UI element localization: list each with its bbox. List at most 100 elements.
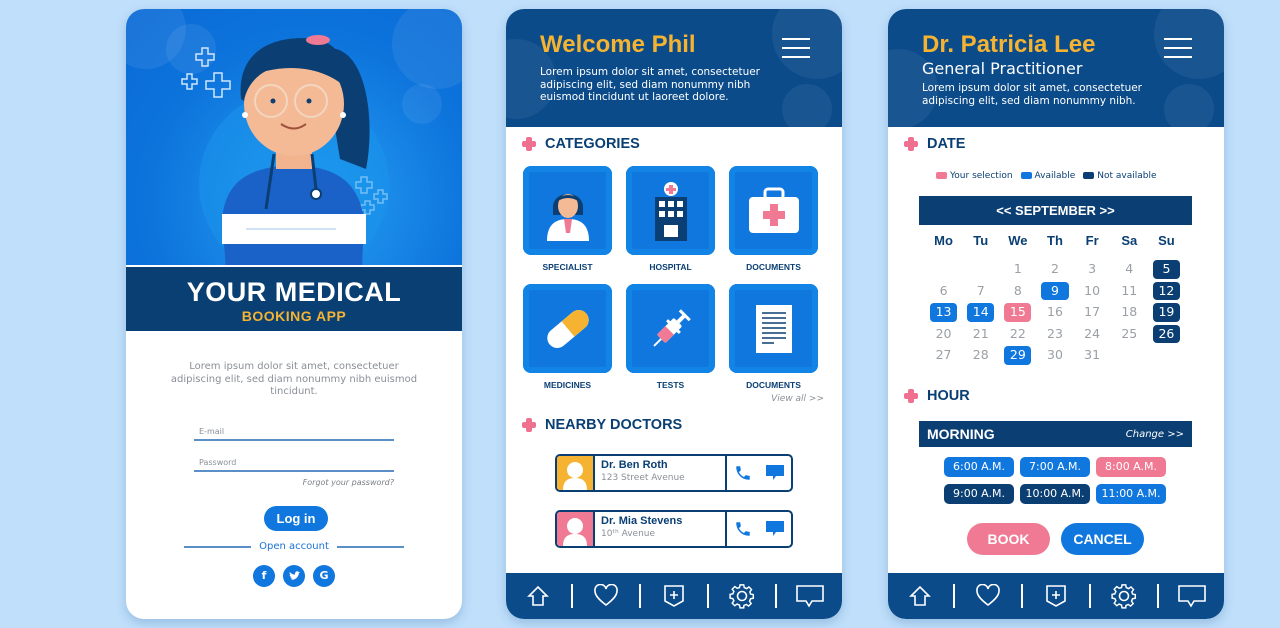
settings-icon[interactable] — [727, 581, 757, 611]
hour-slot[interactable]: 8:00 A.M. — [1096, 457, 1166, 477]
home-icon[interactable] — [905, 581, 935, 611]
calendar-day[interactable]: 9 — [1041, 281, 1069, 300]
phone-icon[interactable] — [734, 520, 752, 538]
calendar-day[interactable]: 2 — [1041, 260, 1068, 279]
hour-slot[interactable]: 9:00 A.M. — [944, 484, 1014, 504]
divider — [775, 584, 777, 608]
message-icon[interactable] — [765, 464, 785, 482]
open-account-row: Open account — [184, 541, 405, 552]
hour-slot[interactable]: 7:00 A.M. — [1020, 457, 1090, 477]
login-description: Lorem ipsum dolor sit amet, consectetuer… — [170, 361, 418, 397]
home-screen: Welcome Phil Lorem ipsum dolor sit amet,… — [506, 9, 842, 619]
twitter-icon[interactable] — [283, 565, 305, 587]
calendar-day[interactable]: 31 — [1079, 346, 1106, 365]
calendar-day[interactable]: 29 — [1004, 346, 1032, 365]
menu-icon[interactable] — [1164, 38, 1192, 58]
category-specialist[interactable]: SPECIALIST — [523, 166, 612, 284]
divider — [1089, 584, 1091, 608]
calendar-day[interactable]: 27 — [930, 346, 957, 365]
calendar-day[interactable]: 13 — [930, 303, 958, 322]
doctor-card[interactable]: Dr. Mia Stevens 10ᵗʰ Avenue — [555, 510, 793, 548]
category-label: SPECIALIST — [542, 262, 593, 272]
book-button[interactable]: BOOK — [967, 523, 1050, 555]
open-account-link[interactable]: Open account — [259, 541, 329, 552]
calendar-day[interactable]: 8 — [1004, 282, 1031, 301]
doctor-name: Dr. Mia Stevens — [601, 515, 683, 527]
cancel-button[interactable]: CANCEL — [1061, 523, 1144, 555]
change-period-link[interactable]: Change >> — [1126, 429, 1184, 440]
calendar-day[interactable]: 5 — [1152, 260, 1180, 279]
calendar-day[interactable]: 17 — [1079, 303, 1106, 322]
calendar-day[interactable]: 25 — [1116, 325, 1143, 344]
calendar-day[interactable]: 3 — [1079, 260, 1106, 279]
category-documents[interactable]: DOCUMENTS — [729, 166, 818, 284]
doctor-illustration — [181, 35, 389, 265]
calendar-day[interactable]: 20 — [930, 325, 957, 344]
month-selector[interactable]: << SEPTEMBER >> — [919, 196, 1192, 225]
doctor-name: Dr. Ben Roth — [601, 459, 668, 471]
calendar-day[interactable]: 7 — [967, 282, 994, 301]
password-field[interactable]: Password — [194, 458, 394, 472]
facebook-icon[interactable]: f — [253, 565, 275, 587]
brand-title: YOUR MEDICAL — [186, 277, 402, 307]
calendar-day[interactable]: 18 — [1116, 303, 1143, 322]
medical-shield-icon[interactable] — [1041, 581, 1071, 611]
view-all-link[interactable]: View all >> — [771, 394, 824, 404]
hour-slot[interactable]: 10:00 A.M. — [1020, 484, 1090, 504]
chat-icon[interactable] — [1177, 581, 1207, 611]
calendar-day[interactable]: 15 — [1004, 303, 1032, 322]
calendar-day[interactable]: 30 — [1041, 346, 1068, 365]
calendar-day[interactable]: 11 — [1116, 282, 1143, 301]
doctor-card[interactable]: Dr. Ben Roth 123 Street Avenue — [555, 454, 793, 492]
nearby-heading-text: NEARBY DOCTORS — [545, 417, 683, 433]
calendar-day[interactable]: 24 — [1079, 325, 1106, 344]
hour-slot[interactable]: 6:00 A.M. — [944, 457, 1014, 477]
doctor-address: 10ᵗʰ Avenue — [601, 529, 656, 539]
calendar-day[interactable]: 14 — [967, 303, 995, 322]
period-bar: MORNING Change >> — [919, 421, 1192, 447]
email-field[interactable]: E-mail — [194, 427, 394, 441]
calendar-legend: Your selection Available Not available — [936, 171, 1157, 181]
hour-slot[interactable]: 11:00 A.M. — [1096, 484, 1166, 504]
heart-icon[interactable] — [973, 581, 1003, 611]
calendar-day[interactable]: 28 — [967, 346, 994, 365]
settings-icon[interactable] — [1109, 581, 1139, 611]
calendar-day[interactable]: 1 — [1004, 260, 1031, 279]
calendar-day[interactable]: 21 — [967, 325, 994, 344]
calendar-day[interactable]: 4 — [1116, 260, 1143, 279]
welcome-title: Welcome Phil — [540, 31, 696, 58]
chat-icon[interactable] — [795, 581, 825, 611]
nearby-doctors-heading: NEARBY DOCTORS — [522, 417, 682, 433]
plus-icon — [522, 137, 536, 151]
heart-icon[interactable] — [591, 581, 621, 611]
menu-icon[interactable] — [782, 38, 810, 58]
calendar-day[interactable]: 23 — [1041, 325, 1068, 344]
calendar-day[interactable]: 6 — [930, 282, 957, 301]
period-label: MORNING — [927, 426, 995, 442]
message-icon[interactable] — [765, 520, 785, 538]
hero-illustration — [126, 9, 462, 265]
categories-heading: CATEGORIES — [522, 136, 640, 152]
medical-shield-icon[interactable] — [659, 581, 689, 611]
plus-icon — [904, 137, 918, 151]
forgot-password-link[interactable]: Forgot your password? — [276, 478, 394, 487]
weekday-header: Su — [1158, 233, 1175, 248]
category-hospital[interactable]: HOSPITAL — [626, 166, 715, 284]
home-icon[interactable] — [523, 581, 553, 611]
category-medicines[interactable]: MEDICINES — [523, 284, 612, 402]
calendar-day[interactable]: 10 — [1079, 282, 1106, 301]
syringe-icon — [626, 284, 715, 373]
category-documents-2[interactable]: DOCUMENTS — [729, 284, 818, 402]
calendar-day[interactable]: 12 — [1152, 281, 1180, 300]
login-button[interactable]: Log in — [264, 506, 328, 531]
calendar-day[interactable]: 22 — [1004, 325, 1031, 344]
calendar-grid: Mo Tu We Th Fr Sa Su 1 2 3 4 5 6 7 8 9 10 11 12 13 14 15 16 17 1… — [925, 231, 1185, 365]
calendar-day[interactable]: 19 — [1152, 303, 1180, 322]
calendar-day[interactable]: 16 — [1041, 303, 1068, 322]
category-tests[interactable]: TESTS — [626, 284, 715, 402]
phone-icon[interactable] — [734, 464, 752, 482]
calendar-day[interactable]: 26 — [1152, 324, 1180, 343]
plus-icon — [522, 418, 536, 432]
google-icon[interactable]: G — [313, 565, 335, 587]
bottom-nav — [506, 573, 842, 619]
